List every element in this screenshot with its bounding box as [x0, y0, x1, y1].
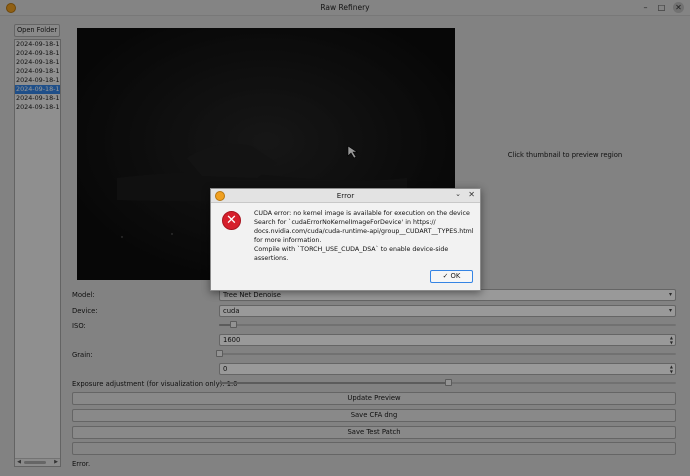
grain-spinbox[interactable]: 0 ▲ ▼ [219, 363, 676, 375]
save-test-patch-button[interactable]: Save Test Patch [72, 426, 676, 439]
error-message-line: Search for `cudaErrorNoKernelImageForDev… [254, 219, 436, 226]
file-list-item[interactable]: 2024-09-18-17 [15, 40, 60, 49]
scrollbar-thumb[interactable] [24, 461, 46, 464]
chevron-down-icon: ▾ [668, 291, 672, 298]
chevron-down-icon: ▾ [668, 307, 672, 314]
exposure-slider[interactable] [219, 379, 676, 387]
iso-spinbox[interactable]: 1600 ▲ ▼ [219, 334, 676, 346]
minimize-button[interactable]: – [640, 2, 651, 13]
file-list-item[interactable]: 2024-09-18-18 [15, 85, 60, 94]
file-list: 2024-09-18-17 2024-09-18-17 2024-09-18-18 2… [14, 39, 61, 467]
progress-bar [72, 442, 676, 455]
window-title: Raw Refinery [320, 3, 370, 12]
grain-label: Grain: [72, 351, 93, 359]
error-message-line: CUDA error: no kernel image is available… [254, 210, 470, 217]
file-list-item[interactable]: 2024-09-18-17 [15, 49, 60, 58]
exposure-slider-handle[interactable] [444, 379, 452, 386]
file-list-item[interactable]: 2024-09-18-18 [15, 67, 60, 76]
file-list-item[interactable]: 2024-09-18-18 [15, 76, 60, 85]
scroll-right-icon[interactable]: ▶ [52, 459, 60, 466]
file-list-scrollbar[interactable]: ◀ ▶ [15, 458, 60, 466]
file-list-item[interactable]: 2024-09-18-19 [15, 94, 60, 103]
chevron-down-icon[interactable]: ⌄ [455, 190, 461, 198]
device-select-value: cuda [223, 307, 240, 315]
spin-down-icon[interactable]: ▼ [670, 340, 673, 345]
scroll-left-icon[interactable]: ◀ [15, 459, 23, 466]
dialog-title: Error [336, 191, 355, 200]
iso-slider-handle[interactable] [229, 321, 237, 328]
close-button[interactable]: ✕ [673, 2, 684, 13]
device-label: Device: [72, 307, 98, 315]
iso-label: ISO: [72, 322, 86, 330]
error-dialog: Error ⌄ ✕ ✕ CUDA error: no kernel image … [210, 188, 481, 291]
error-message-line: docs.nvidia.com/cuda/cuda-runtime-api/gr… [254, 228, 474, 235]
file-list-item[interactable]: 2024-09-18-18 [15, 58, 60, 67]
iso-value: 1600 [223, 336, 241, 344]
dialog-title-bar: Error ⌄ ✕ [211, 189, 480, 203]
iso-slider[interactable] [219, 321, 676, 329]
update-preview-button[interactable]: Update Preview [72, 392, 676, 405]
model-select-value: Tree Net Denoise [223, 291, 281, 299]
maximize-button[interactable]: □ [656, 2, 667, 13]
error-message-line: Compile with `TORCH_USE_CUDA_DSA` to ena… [254, 246, 449, 262]
spin-down-icon[interactable]: ▼ [670, 369, 673, 374]
grain-value: 0 [223, 365, 228, 373]
error-message: CUDA error: no kernel image is available… [254, 209, 479, 263]
file-list-item[interactable]: 2024-09-18-19 [15, 103, 60, 112]
thumbnail-hint: Click thumbnail to preview region [507, 151, 623, 159]
model-label: Model: [72, 291, 95, 299]
dialog-close-button[interactable]: ✕ [468, 190, 475, 199]
title-bar: Raw Refinery – □ ✕ [0, 0, 690, 16]
grain-slider[interactable] [216, 350, 676, 358]
exposure-label: Exposure adjustment (for visualization o… [72, 380, 238, 388]
error-icon: ✕ [222, 211, 241, 230]
device-select[interactable]: cuda ▾ [219, 305, 676, 317]
open-folder-button[interactable]: Open Folder [14, 24, 60, 37]
error-message-line: for more information. [254, 237, 322, 244]
save-cfa-button[interactable]: Save CFA dng [72, 409, 676, 422]
status-text: Error. [72, 460, 91, 468]
grain-slider-handle[interactable] [216, 350, 223, 357]
ok-button[interactable]: ✓ OK [430, 270, 473, 283]
